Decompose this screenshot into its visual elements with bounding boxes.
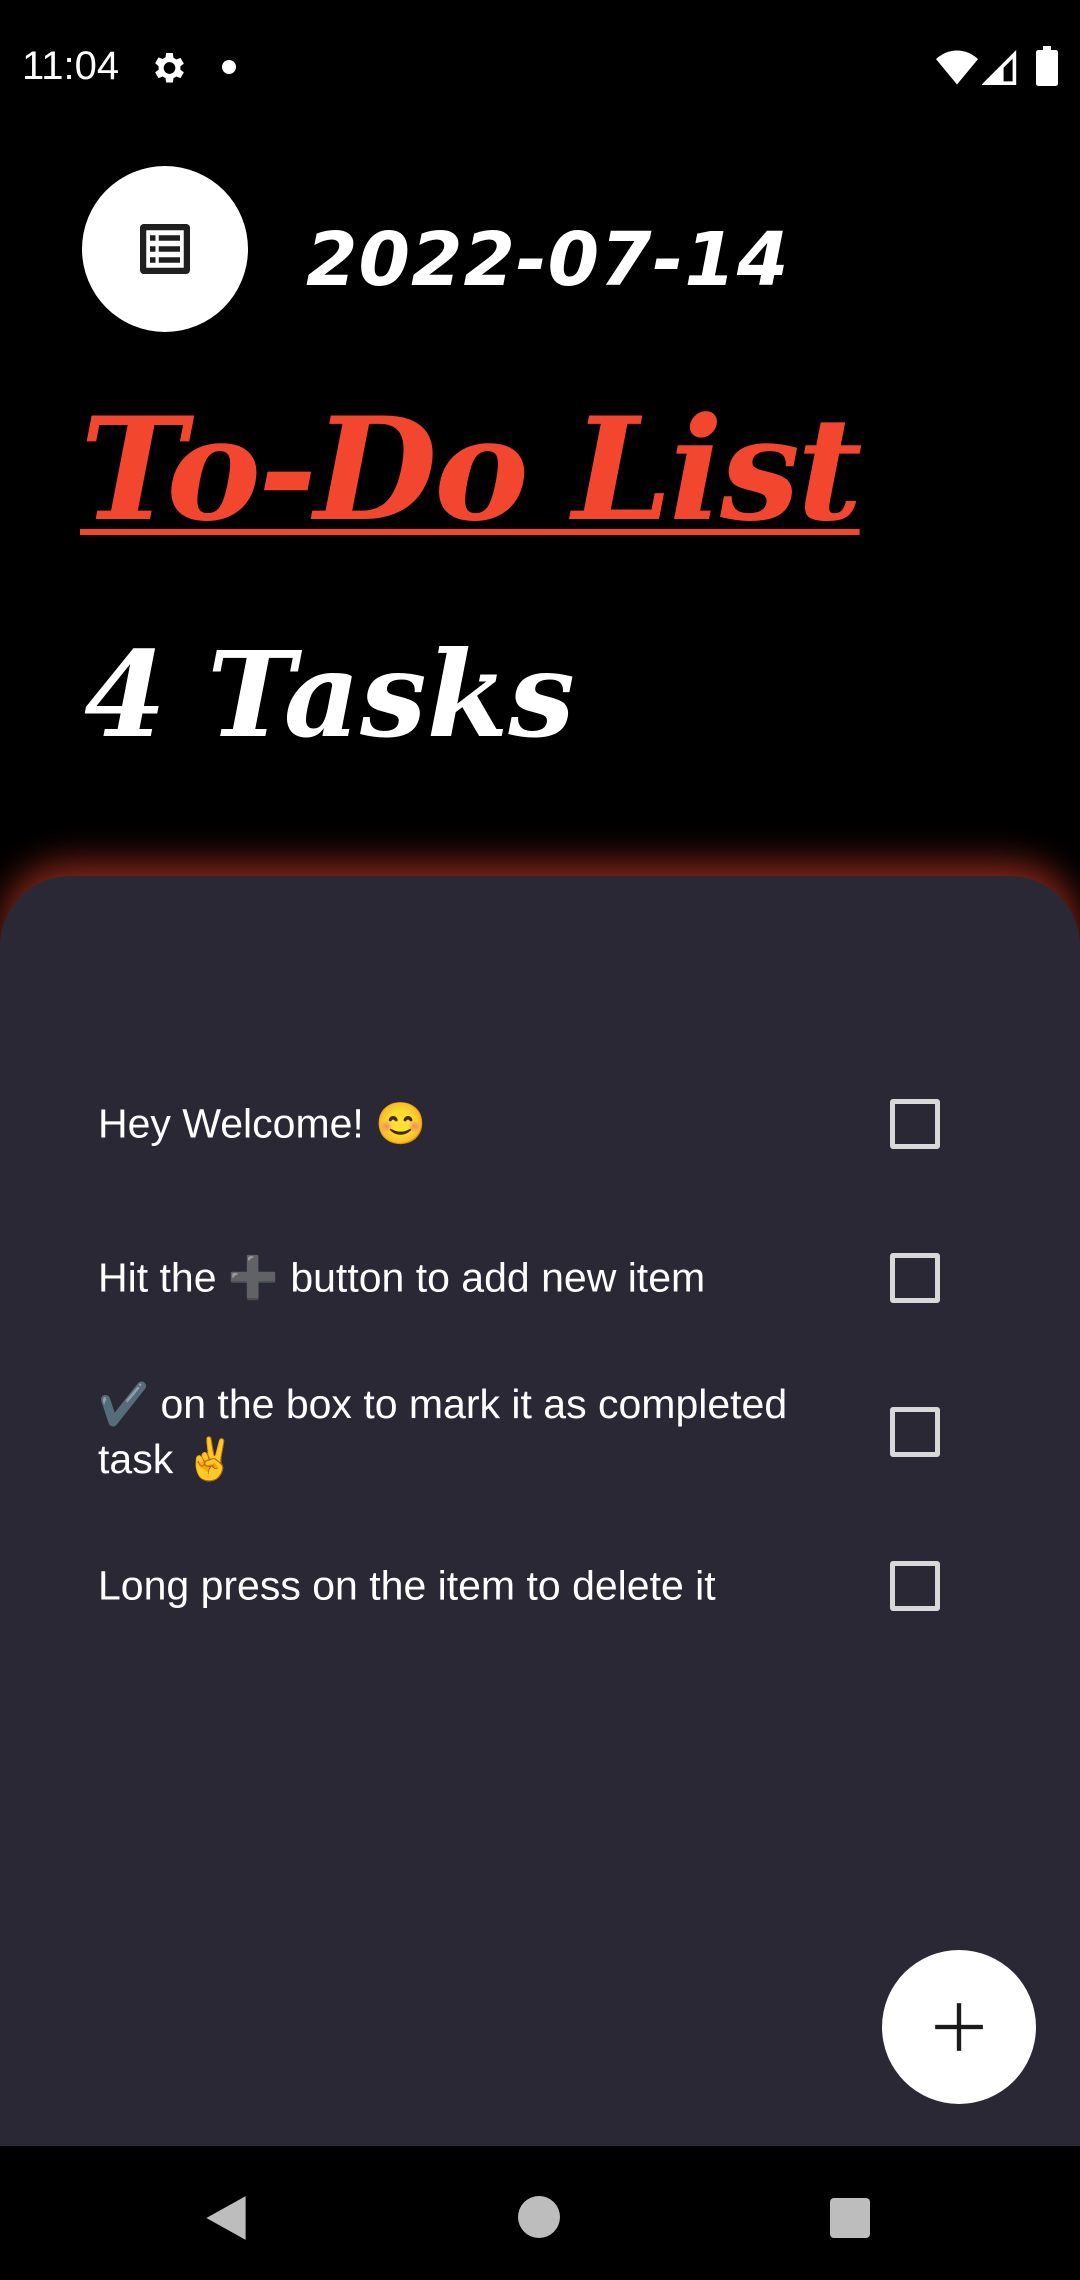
list-item[interactable]: Hey Welcome! 😊 — [98, 1064, 958, 1184]
battery-icon — [1036, 46, 1058, 86]
navigation-bar — [0, 2146, 1080, 2280]
list-icon-button[interactable] — [82, 166, 248, 332]
screen: 11:04 2022-07-14 To-Do List 4 Tasks Hey … — [0, 0, 1080, 2280]
recents-icon[interactable] — [830, 2198, 870, 2238]
task-panel: Hey Welcome! 😊 Hit the ➕ button to add n… — [0, 876, 1080, 2146]
header-date: 2022-07-14 — [306, 217, 790, 303]
task-text: Hit the ➕ button to add new item — [98, 1254, 706, 1301]
list-icon — [140, 224, 190, 274]
list-item[interactable]: ✔️ on the box to mark it as completed ta… — [98, 1372, 958, 1492]
add-task-button[interactable] — [882, 1950, 1036, 2104]
status-time: 11:04 — [22, 44, 120, 88]
back-icon[interactable] — [204, 2194, 248, 2242]
app-title: To-Do List — [80, 387, 863, 553]
gear-icon — [155, 53, 184, 83]
task-text: Long press on the item to delete it — [98, 1562, 716, 1609]
list-item[interactable]: Long press on the item to delete it — [98, 1526, 958, 1646]
home-icon[interactable] — [518, 2196, 560, 2238]
status-bar: 11:04 — [0, 0, 1080, 130]
signal-icon — [982, 50, 1017, 85]
list-item[interactable]: Hit the ➕ button to add new item — [98, 1218, 958, 1338]
task-checkbox[interactable] — [890, 1561, 940, 1611]
task-text: ✔️ on the box to mark it as completed ta… — [98, 1381, 788, 1482]
task-checkbox[interactable] — [890, 1253, 940, 1303]
plus-icon — [935, 2003, 983, 2051]
task-count: 4 Tasks — [84, 625, 575, 764]
task-checkbox[interactable] — [890, 1407, 940, 1457]
task-text: Hey Welcome! 😊 — [98, 1100, 427, 1147]
notification-dot — [222, 60, 236, 74]
wifi-icon — [936, 50, 978, 85]
task-checkbox[interactable] — [890, 1099, 940, 1149]
